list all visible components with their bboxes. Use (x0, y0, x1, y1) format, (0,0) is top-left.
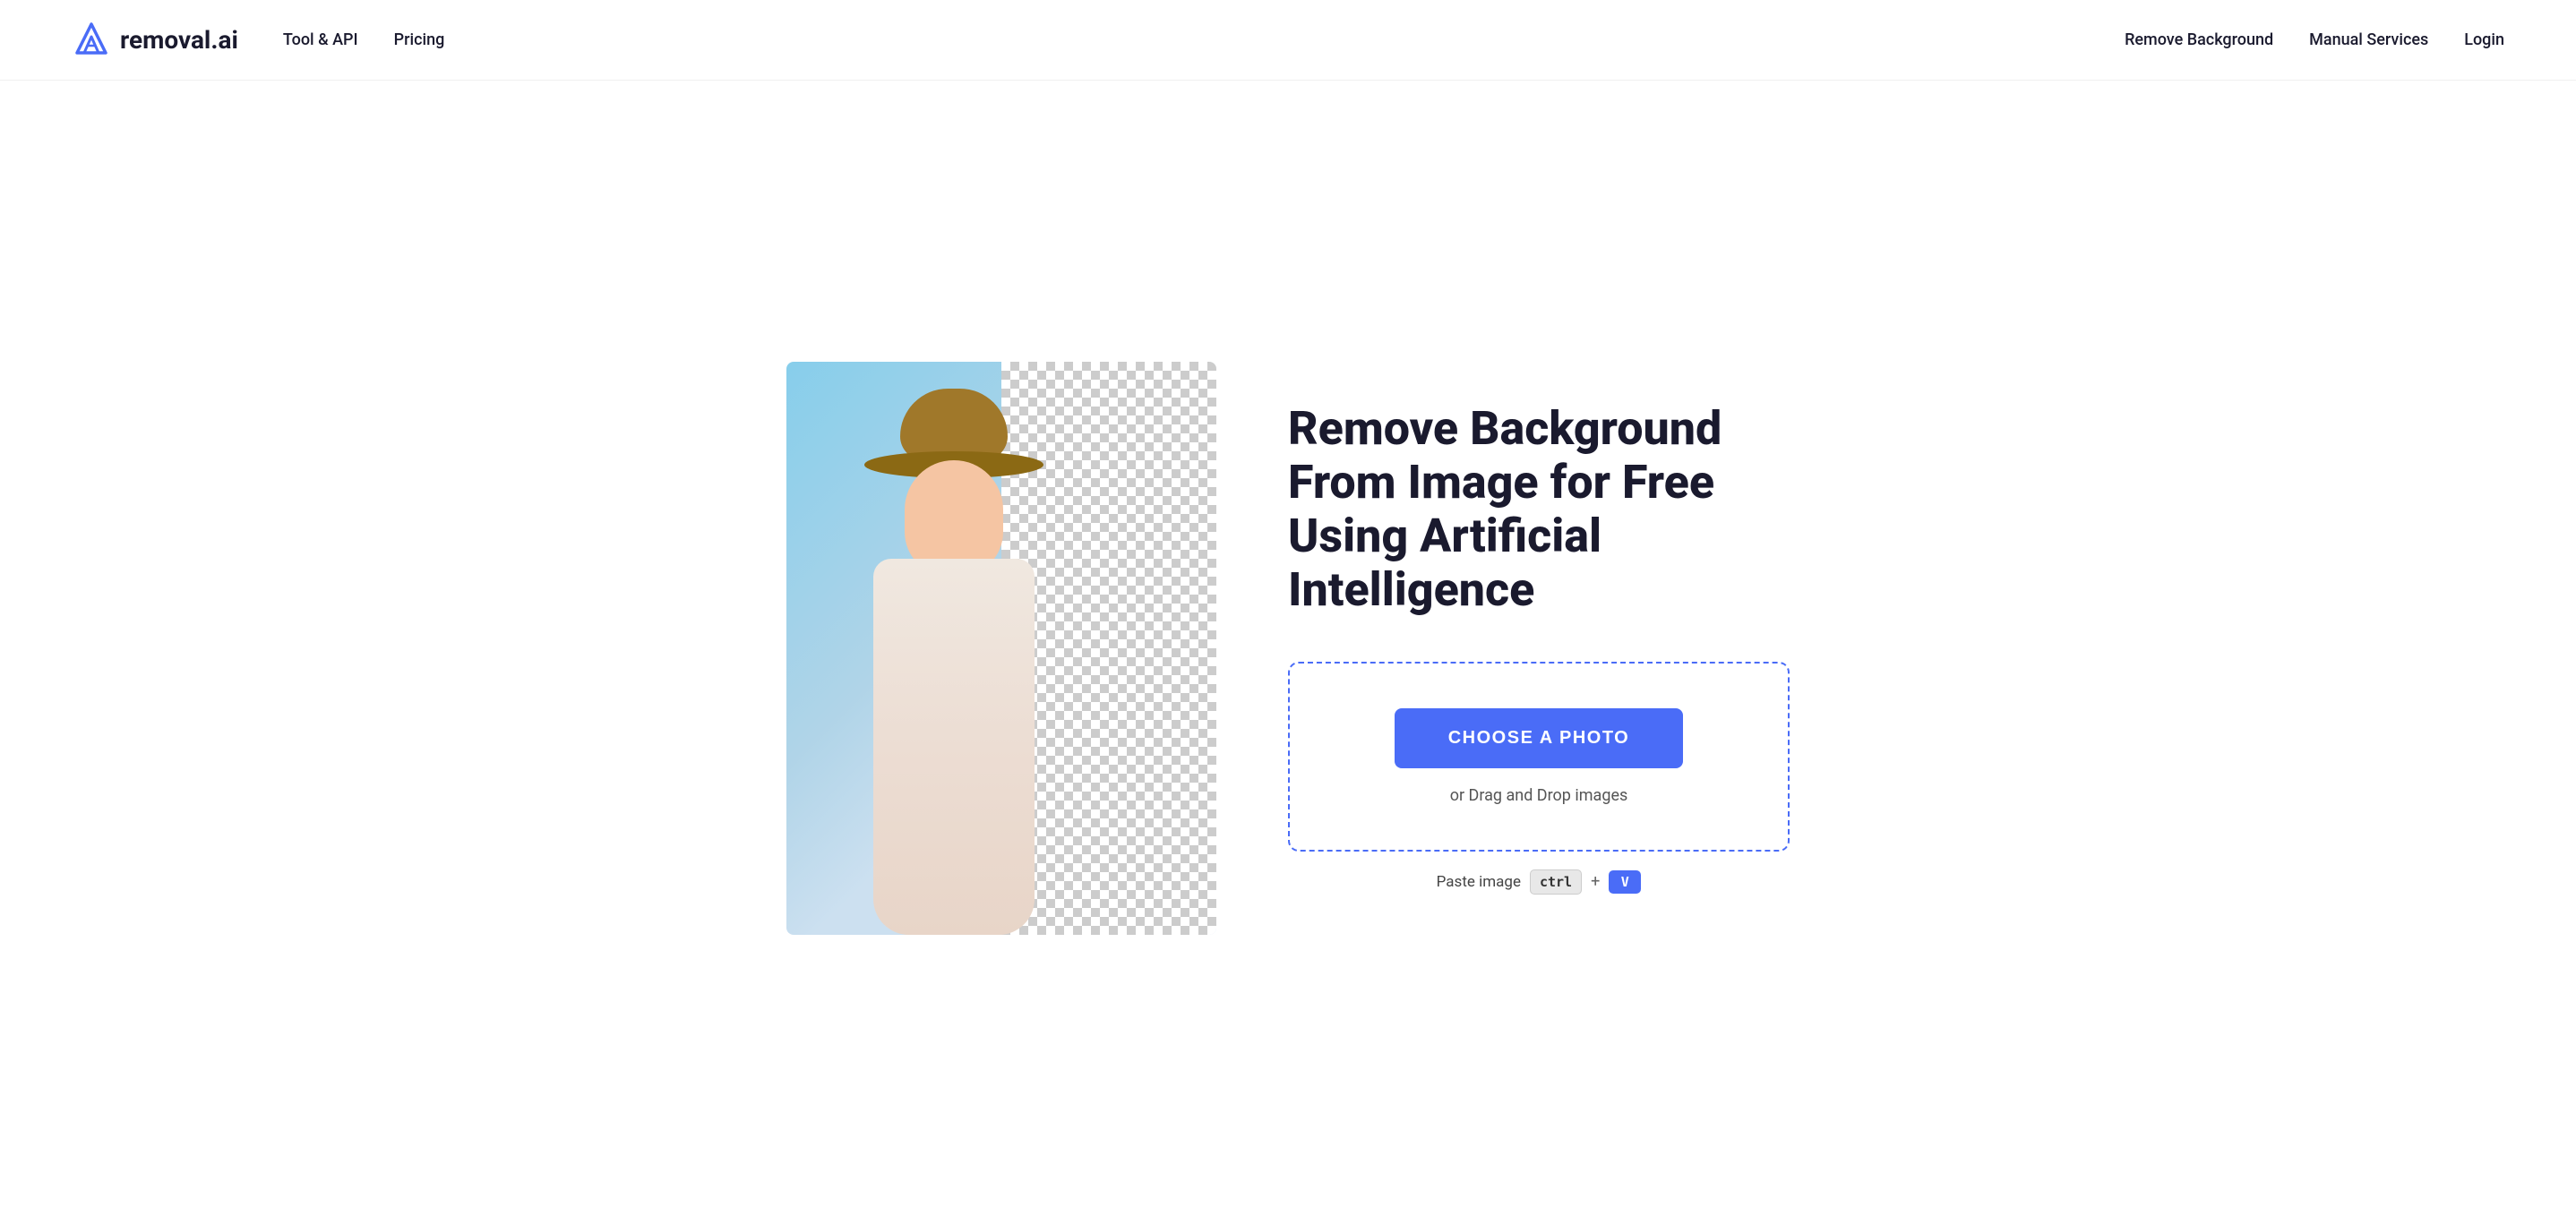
nav-left: removal.ai Tool & API Pricing (72, 21, 444, 60)
nav-item-pricing[interactable]: Pricing (394, 30, 445, 49)
drag-drop-text: or Drag and Drop images (1450, 786, 1628, 805)
nav-link-remove-bg[interactable]: Remove Background (2125, 30, 2273, 49)
paste-label: Paste image (1437, 873, 1521, 891)
main-content: Remove Background From Image for Free Us… (0, 81, 2576, 1216)
nav-link-manual-services[interactable]: Manual Services (2309, 30, 2428, 49)
logo-link[interactable]: removal.ai (72, 21, 238, 60)
choose-photo-button[interactable]: CHOOSE A PHOTO (1395, 708, 1684, 768)
woman-figure (786, 362, 1121, 935)
paste-area: Paste image ctrl + V (1288, 869, 1790, 895)
nav-link-login[interactable]: Login (2464, 30, 2504, 49)
upload-dropzone[interactable]: CHOOSE A PHOTO or Drag and Drop images (1288, 662, 1790, 852)
hat-crown (900, 389, 1008, 460)
nav-links: Tool & API Pricing (283, 30, 444, 49)
nav-link-tool-api[interactable]: Tool & API (283, 30, 358, 49)
nav-right: Remove Background Manual Services Login (2125, 30, 2504, 49)
ctrl-key-badge: ctrl (1530, 869, 1582, 895)
hero-image (786, 362, 1216, 935)
hero-content: Remove Background From Image for Free Us… (1288, 402, 1790, 894)
hero-title: Remove Background From Image for Free Us… (1288, 402, 1790, 616)
nav-link-pricing[interactable]: Pricing (394, 30, 445, 49)
navbar: removal.ai Tool & API Pricing Remove Bac… (0, 0, 2576, 81)
body (873, 559, 1035, 935)
nav-item-tool-api[interactable]: Tool & API (283, 30, 358, 49)
logo-icon (72, 21, 111, 60)
plus-sign: + (1591, 872, 1600, 891)
logo-text: removal.ai (120, 25, 238, 55)
v-key-badge: V (1609, 870, 1641, 894)
